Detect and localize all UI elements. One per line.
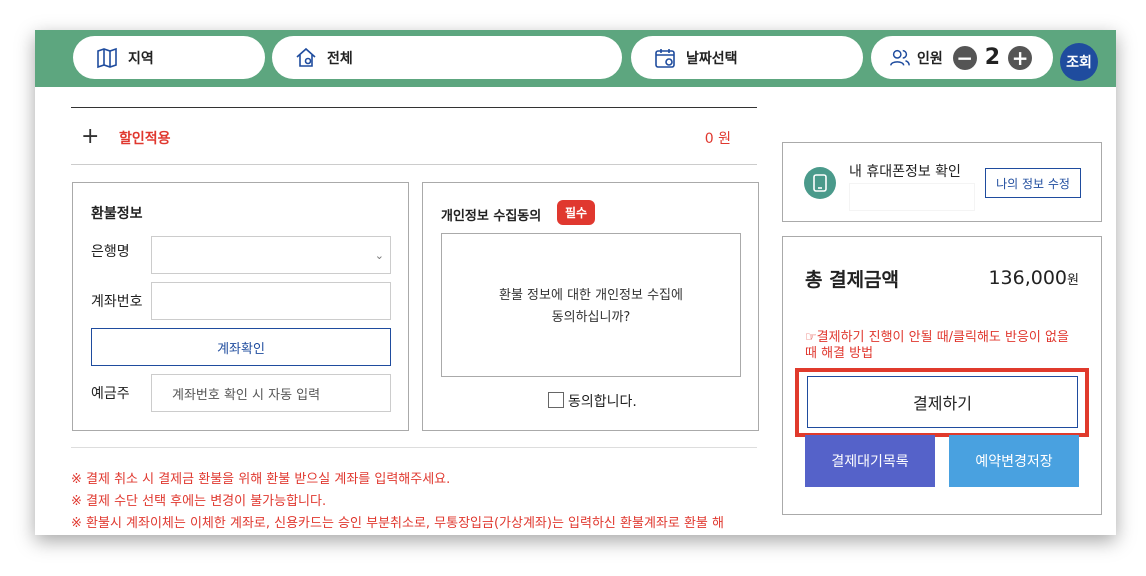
people-selector: 인원 − 2 + [871,36,1053,79]
booking-window: 지역 전체 날짜선택 인원 − 2 + 조회 + 할인적용 0 원 환불정보 은… [35,30,1116,535]
chevron-down-icon: ⌄ [374,248,384,262]
save-reservation-change-button[interactable]: 예약변경저장 [949,435,1079,487]
agree-label[interactable]: 동의합니다. [568,391,637,411]
consent-panel: 개인정보 수집동의 필수 환불 정보에 대한 개인정보 수집에 동의하십니까? … [422,182,759,431]
edit-my-info-button[interactable]: 나의 정보 수정 [985,168,1081,198]
bank-select[interactable]: ⌄ [151,236,391,274]
increase-people-button[interactable]: + [1008,45,1033,70]
pay-button-highlight: 결제하기 [795,368,1089,437]
date-label: 날짜선택 [686,50,738,67]
agree-checkbox[interactable] [548,392,564,408]
divider [71,447,757,448]
consent-text-line1: 환불 정보에 대한 개인정보 수집에 [499,288,683,303]
consent-text-box: 환불 정보에 대한 개인정보 수집에 동의하십니까? [441,233,741,377]
total-amount-value: 136,000 [988,267,1068,289]
notice-line: ※ 결제 취소 시 결제금 환불을 위해 환불 받으실 계좌를 입력해주세요. [71,472,451,487]
phone-number-field [849,183,975,211]
verify-account-button[interactable]: 계좌확인 [91,328,391,366]
account-number-input[interactable] [151,282,391,320]
phone-icon [804,167,836,199]
expand-plus-icon[interactable]: + [81,124,99,149]
map-book-icon [94,45,120,71]
category-selector[interactable]: 전체 [272,36,622,79]
consent-text-line2: 동의하십니까? [551,310,631,325]
phone-info-panel: 내 휴대폰정보 확인 나의 정보 수정 [782,142,1102,222]
holder-label: 예금주 [91,386,130,402]
region-selector[interactable]: 지역 [73,36,265,79]
home-location-icon [293,45,319,71]
payment-waitlist-button[interactable]: 결제대기목록 [805,435,935,487]
discount-row[interactable]: + 할인적용 0 원 [71,108,757,164]
account-label: 계좌번호 [91,294,143,310]
people-icon [887,45,913,71]
people-label: 인원 [917,50,943,67]
consent-title: 개인정보 수집동의 [441,209,542,224]
search-bar: 지역 전체 날짜선택 인원 − 2 + 조회 [35,30,1116,87]
refund-title: 환불정보 [91,206,143,222]
bank-label: 은행명 [91,244,130,260]
decrease-people-button[interactable]: − [952,45,977,70]
account-holder-input[interactable]: 계좌번호 확인 시 자동 입력 [151,374,391,412]
refund-info-panel: 환불정보 은행명 ⌄ 계좌번호 계좌확인 예금주 계좌번호 확인 시 자동 입력 [72,182,409,431]
total-amount: 136,000원 [988,267,1079,289]
required-badge: 필수 [557,200,596,225]
notice-line: ※ 환불시 계좌이체는 이체한 계좌로, 신용카드는 승인 부분취소로, 무통장… [71,516,724,531]
people-count: 2 [984,45,1001,70]
total-currency: 원 [1067,273,1079,288]
divider [71,164,757,165]
region-label: 지역 [128,50,154,67]
discount-amount: 0 원 [704,131,731,147]
search-button[interactable]: 조회 [1060,43,1098,81]
total-amount-label: 총 결제금액 [805,269,900,291]
pay-button[interactable]: 결제하기 [807,376,1078,428]
payment-summary-panel: 총 결제금액 136,000원 ☞결제하기 진행이 안될 때/클릭해도 반응이 … [782,236,1102,515]
calendar-icon [652,45,678,71]
category-label: 전체 [327,50,353,67]
phone-info-label: 내 휴대폰정보 확인 [849,164,961,180]
discount-label: 할인적용 [119,131,171,147]
payment-help-link[interactable]: ☞결제하기 진행이 안될 때/클릭해도 반응이 없을 때 해결 방법 [805,330,1085,362]
holder-placeholder: 계좌번호 확인 시 자동 입력 [172,387,321,403]
notice-line: ※ 결제 수단 선택 후에는 변경이 불가능합니다. [71,494,327,509]
date-selector[interactable]: 날짜선택 [631,36,863,79]
